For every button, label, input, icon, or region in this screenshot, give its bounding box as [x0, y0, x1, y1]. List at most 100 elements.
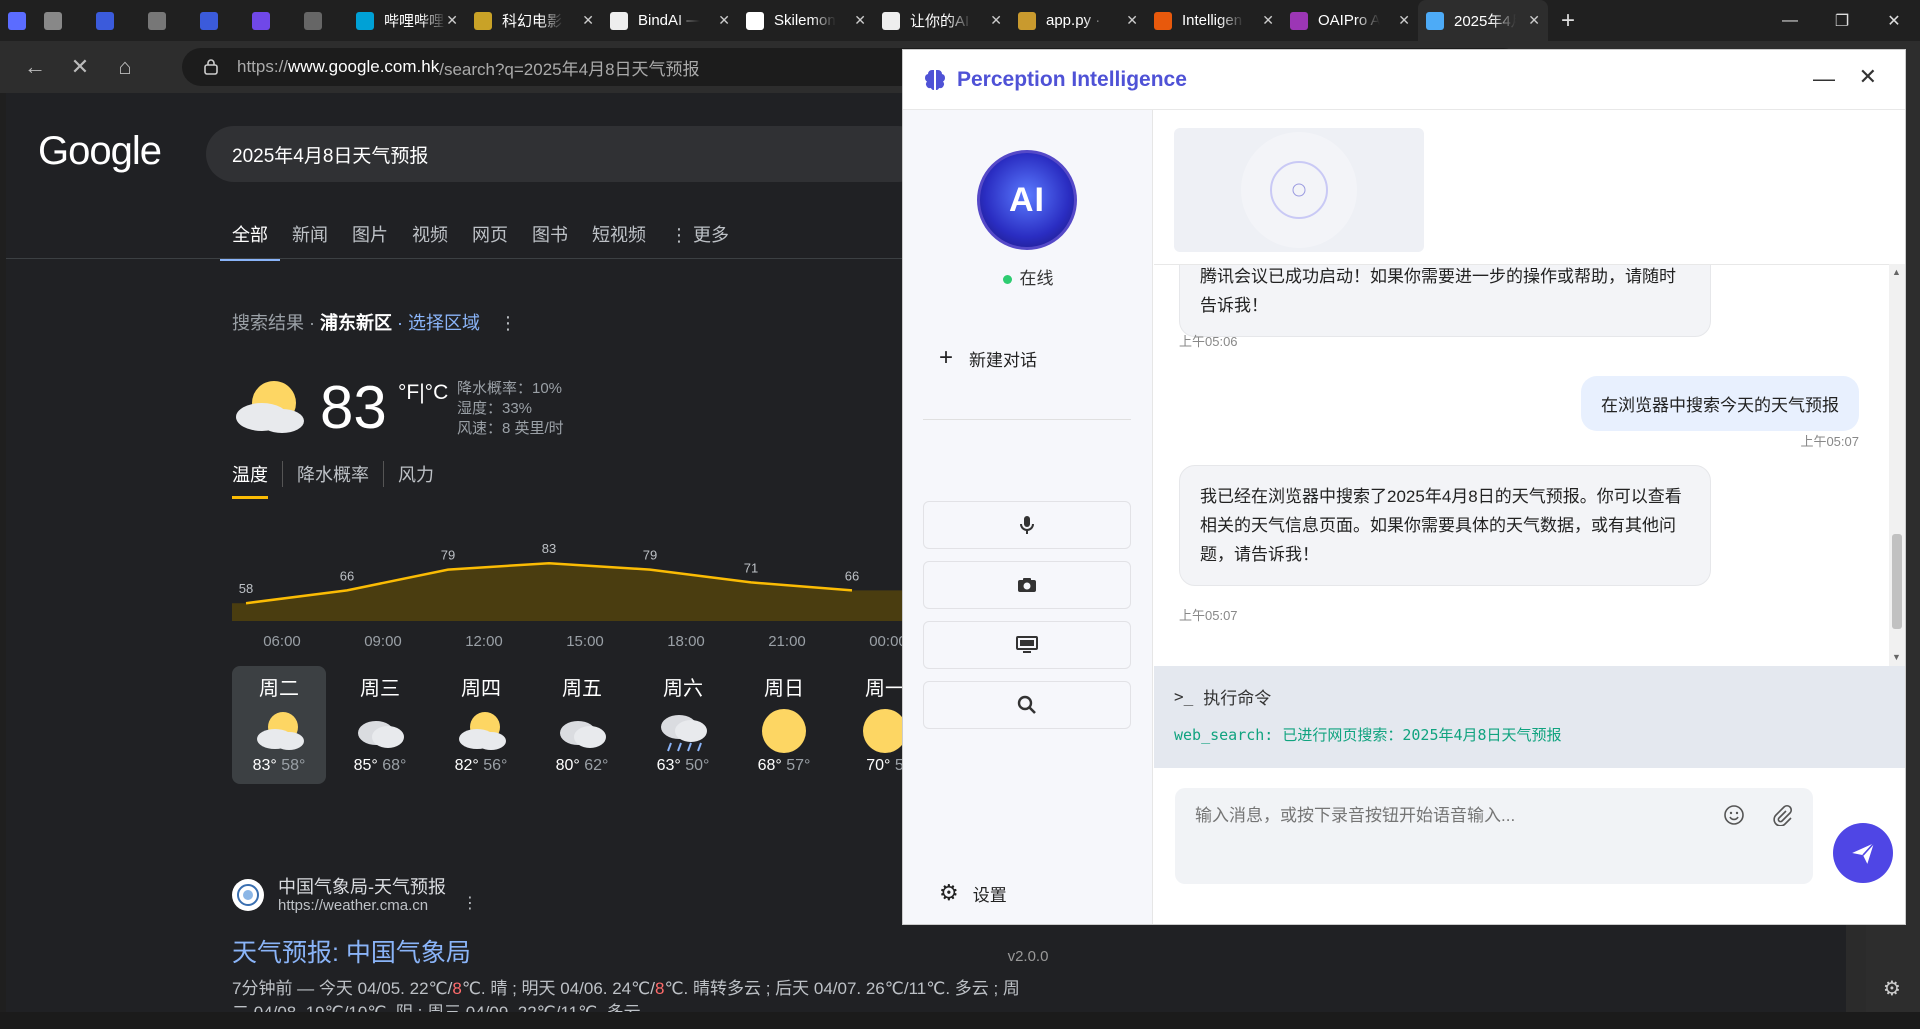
forecast-day[interactable]: 周三 85° 68° — [333, 666, 427, 784]
tab-more[interactable]: ⋮ 更多 — [670, 221, 729, 261]
browser-tab[interactable]: Skilemon ✕ — [738, 0, 874, 41]
scrollbar-thumb[interactable] — [1892, 534, 1902, 629]
result-url[interactable]: https://weather.cma.cn — [278, 897, 428, 914]
choose-region-link[interactable]: · 选择区域 — [392, 313, 480, 333]
humidity: 湿度：33% — [457, 400, 533, 417]
tab-close-icon[interactable]: ✕ — [1126, 12, 1138, 29]
send-button[interactable] — [1833, 823, 1893, 883]
browser-tab[interactable] — [0, 0, 36, 41]
stop-loading-button[interactable]: ✕ — [58, 47, 102, 87]
search-button[interactable] — [923, 681, 1131, 729]
current-temperature: 83 — [320, 374, 387, 441]
browser-tab[interactable]: 2025年4月 ✕ — [1418, 0, 1548, 41]
browser-tab[interactable]: app.py · ✕ — [1010, 0, 1146, 41]
browser-tab[interactable]: Intelligen ✕ — [1146, 0, 1282, 41]
screen-capture-button[interactable] — [923, 621, 1131, 669]
forecast-day[interactable]: 周二 83° 58° — [232, 666, 326, 784]
tab-precipitation[interactable]: 降水概率 — [282, 461, 383, 487]
tab-short-videos[interactable]: 短视频 — [592, 221, 646, 261]
high-temp: 83° — [252, 757, 282, 774]
location-menu-icon[interactable]: ⋮ — [499, 313, 517, 333]
browser-tab[interactable]: 让你的AI ✕ — [874, 0, 1010, 41]
tab-favicon-icon — [356, 11, 374, 30]
loading-ring — [1241, 132, 1357, 248]
message-input-box — [1175, 788, 1813, 884]
tab-title: 科幻电影 — [502, 13, 563, 30]
tab-close-icon[interactable]: ✕ — [1398, 12, 1410, 29]
browser-tab[interactable]: 哔哩哔哩 ✕ — [348, 0, 466, 41]
browser-tab[interactable]: BindAI — ✕ — [602, 0, 738, 41]
new-chat-button[interactable]: + 新建对话 — [939, 344, 1037, 372]
temperature-chart: 58 66 79 83 79 71 66 — [232, 541, 932, 621]
tab-close-icon[interactable]: ✕ — [718, 12, 730, 29]
browser-tab[interactable] — [296, 0, 348, 41]
ai-message: 我已经在浏览器中搜索了2025年4月8日的天气预报。你可以查看相关的天气信息页面… — [1179, 465, 1711, 586]
settings-button[interactable]: ⚙ 设置 — [939, 880, 1007, 906]
back-button[interactable]: ← — [13, 47, 57, 87]
day-name: 周三 — [360, 678, 400, 700]
tab-more-label: 更多 — [693, 225, 730, 245]
tab-web[interactable]: 网页 — [472, 221, 508, 261]
browser-tab[interactable] — [140, 0, 192, 41]
tab-favicon-icon — [1290, 11, 1308, 30]
assistant-close-button[interactable]: ✕ — [1859, 64, 1877, 90]
tab-close-icon[interactable]: ✕ — [990, 12, 1002, 29]
camera-button[interactable] — [923, 561, 1131, 609]
camera-icon — [1018, 578, 1036, 592]
microphone-button[interactable] — [923, 501, 1131, 549]
monitor-icon — [1016, 636, 1038, 653]
scroll-up-arrow-icon[interactable]: ▲ — [1892, 267, 1901, 277]
result-site-name[interactable]: 中国气象局-天气预报 — [278, 873, 446, 899]
maximize-window-button[interactable]: ❐ — [1816, 0, 1868, 41]
high-temp: 63° — [656, 757, 686, 774]
tab-wind[interactable]: 风力 — [383, 461, 448, 487]
minimize-window-button[interactable]: — — [1764, 0, 1816, 41]
browser-tab[interactable]: OAIPro A ✕ — [1282, 0, 1418, 41]
brain-icon — [924, 69, 946, 90]
forecast-day[interactable]: 周五 80° 62° — [535, 666, 629, 784]
tab-temperature[interactable]: 温度 — [232, 461, 282, 499]
forecast-day[interactable]: 周四 82° 56° — [434, 666, 528, 784]
high-temp: 70° — [866, 757, 895, 774]
sun-icon — [756, 707, 812, 755]
tab-close-icon[interactable]: ✕ — [854, 12, 866, 29]
google-search-box[interactable]: 2025年4月8日天气预报 — [206, 126, 926, 182]
tab-title: Intelligen — [1182, 12, 1243, 29]
browser-tab[interactable] — [36, 0, 88, 41]
new-tab-button[interactable]: + — [1548, 7, 1588, 35]
day-temps: 63° 50° — [636, 757, 730, 775]
result-menu-icon[interactable]: ⋮ — [462, 893, 478, 913]
tab-news[interactable]: 新闻 — [292, 221, 328, 261]
scroll-down-arrow-icon[interactable]: ▼ — [1892, 652, 1901, 662]
forecast-day[interactable]: 周日 68° 57° — [737, 666, 831, 784]
tab-close-icon[interactable]: ✕ — [1528, 12, 1540, 29]
window-controls: — ❐ ✕ — [1764, 0, 1920, 41]
result-title[interactable]: 天气预报: 中国气象局 — [232, 933, 471, 969]
browser-tab[interactable] — [88, 0, 140, 41]
tab-images[interactable]: 图片 — [352, 221, 388, 261]
day-temps: 83° 58° — [232, 757, 326, 775]
tab-close-icon[interactable]: ✕ — [582, 12, 594, 29]
unit-toggle[interactable]: °F|°C — [398, 381, 448, 405]
browser-tab[interactable]: 科幻电影 ✕ — [466, 0, 602, 41]
current-weather-icon — [232, 373, 312, 453]
assistant-minimize-button[interactable]: — — [1813, 66, 1835, 92]
emoji-icon[interactable] — [1723, 804, 1745, 826]
sidebar-settings-icon[interactable]: ⚙ — [1883, 976, 1901, 1001]
forecast-day[interactable]: 周六 63° 50° — [636, 666, 730, 784]
google-logo[interactable]: Google — [38, 129, 162, 174]
assistant-window: Perception Intelligence — ✕ AI 在线 + 新建对话 … — [903, 50, 1905, 965]
tab-close-icon[interactable]: ✕ — [446, 12, 458, 29]
close-window-button[interactable]: ✕ — [1868, 0, 1920, 41]
tab-books[interactable]: 图书 — [532, 221, 568, 261]
chat-scrollbar[interactable]: ▲ ▼ — [1889, 264, 1905, 666]
home-button[interactable]: ⌂ — [103, 47, 147, 87]
paperclip-icon[interactable] — [1771, 804, 1793, 826]
tab-all[interactable]: 全部 — [220, 221, 280, 261]
high-temp: 85° — [353, 757, 383, 774]
tab-close-icon[interactable]: ✕ — [1262, 12, 1274, 29]
browser-tab[interactable] — [192, 0, 244, 41]
browser-tab[interactable] — [244, 0, 296, 41]
tab-videos[interactable]: 视频 — [412, 221, 448, 261]
message-input[interactable] — [1175, 788, 1695, 844]
